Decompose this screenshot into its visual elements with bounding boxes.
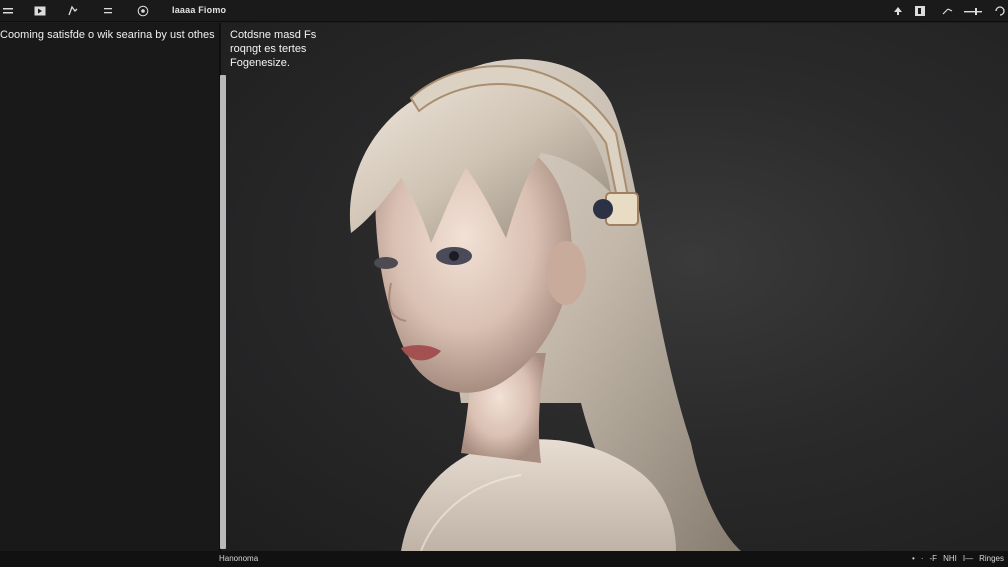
top-toolbar: Iaaaa Fiomo: [0, 0, 1008, 22]
image-canvas[interactable]: [221, 23, 1008, 551]
arrow-right-icon[interactable]: [940, 3, 956, 19]
sidebar-panel: Cooming satisfde o wik searina by ust ot…: [0, 23, 219, 551]
arrow-up-icon[interactable]: [890, 3, 906, 19]
panel-icon[interactable]: [912, 3, 928, 19]
sidebar-text: Cooming satisfde o wik searina by ust ot…: [0, 29, 215, 41]
menu-icon[interactable]: [0, 3, 16, 19]
pen-icon[interactable]: [65, 3, 81, 19]
status-label: Hanonoma: [219, 554, 259, 563]
status-item[interactable]: ·: [921, 554, 924, 563]
portrait-image: [349, 59, 741, 551]
status-item[interactable]: Ringes: [979, 554, 1004, 563]
settings-icon[interactable]: [135, 3, 151, 19]
app-title: Iaaaa Fiomo: [172, 5, 227, 15]
list-icon[interactable]: [100, 3, 116, 19]
status-item[interactable]: NHI: [943, 554, 957, 563]
status-item[interactable]: -F: [930, 554, 938, 563]
status-bar: Hanonoma • · -F NHI I— Ringes: [0, 551, 1008, 567]
canvas-caption: Cotdsne masd Fs roqngt es tertes Fogenes…: [230, 29, 317, 69]
refresh-icon[interactable]: [992, 3, 1008, 19]
vertical-scrollbar[interactable]: [220, 75, 226, 549]
status-item[interactable]: •: [912, 554, 915, 563]
status-controls: • · -F NHI I— Ringes: [912, 554, 1004, 563]
slider-icon[interactable]: [962, 3, 984, 19]
status-item[interactable]: I—: [963, 554, 973, 563]
play-icon[interactable]: [32, 3, 48, 19]
